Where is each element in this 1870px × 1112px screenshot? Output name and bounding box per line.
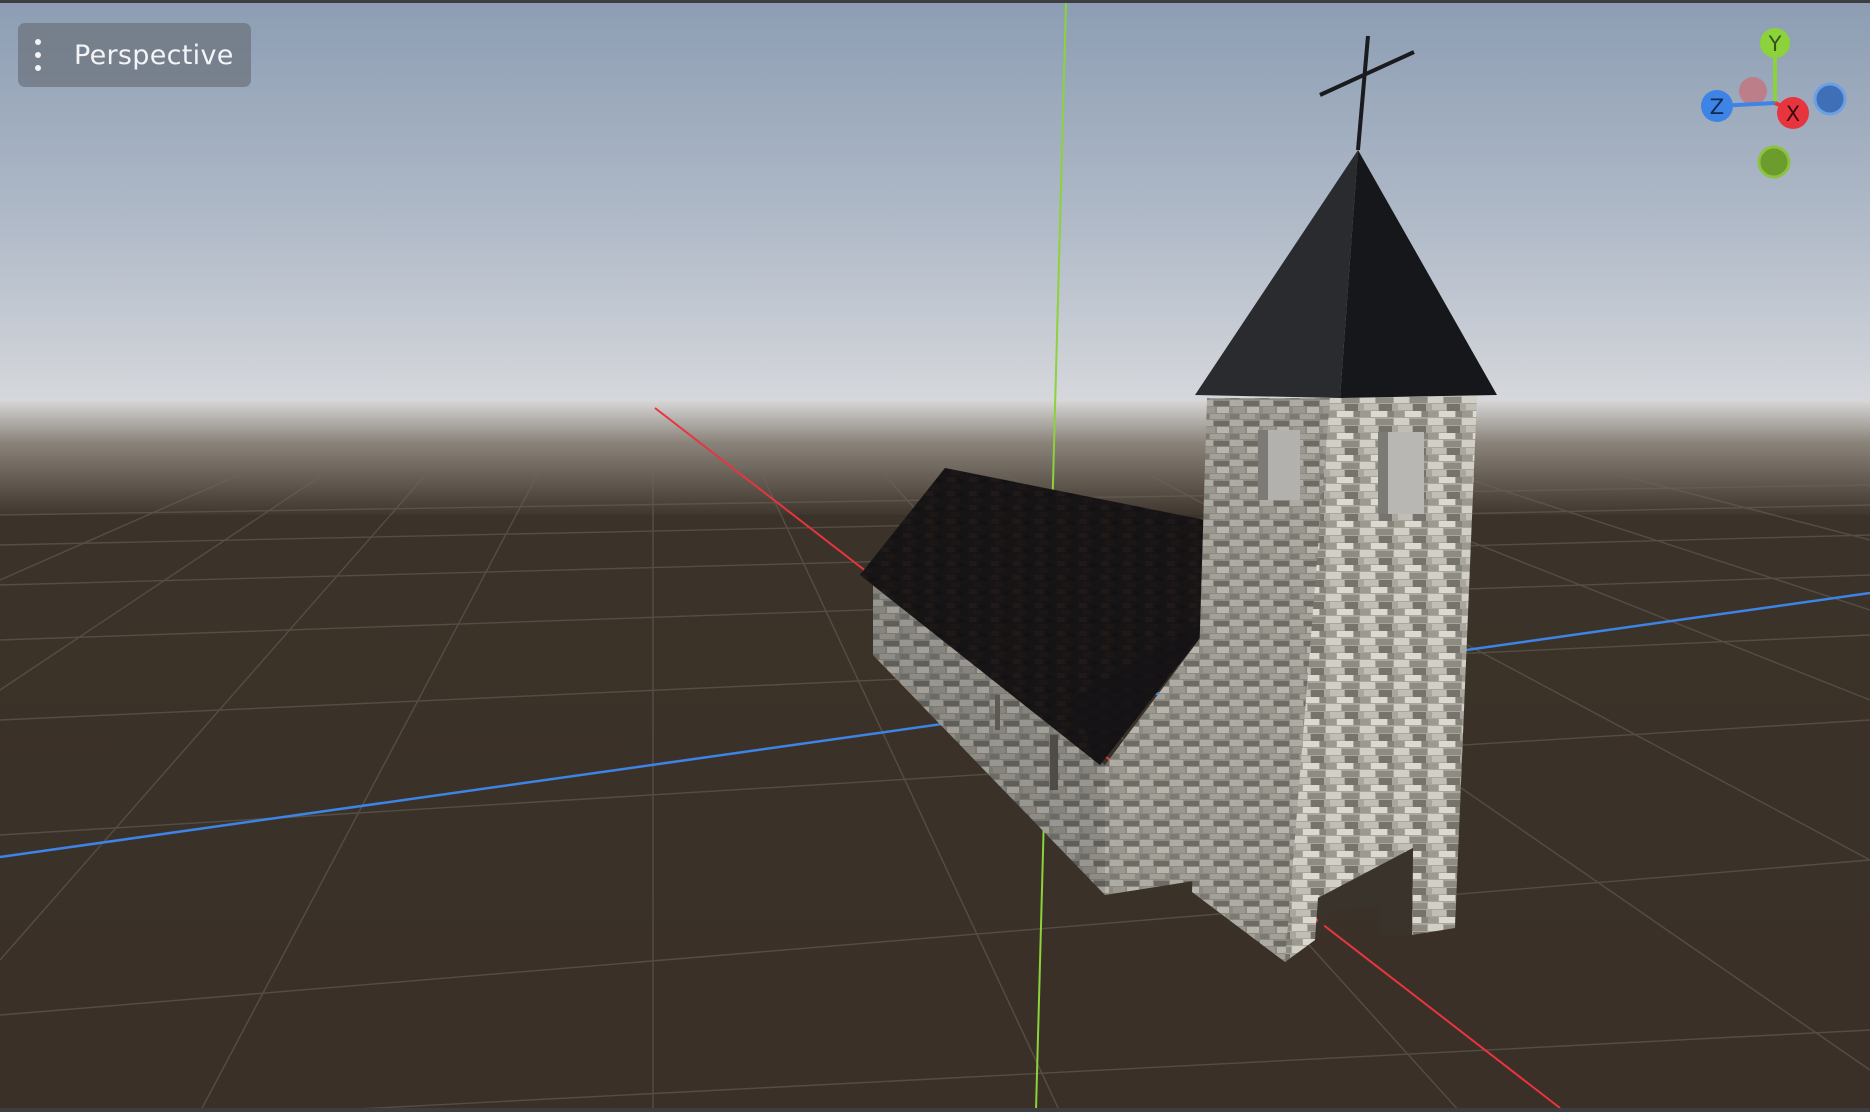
nave-window (1050, 735, 1058, 790)
sky (0, 0, 1870, 405)
gizmo-x-label: X (1786, 102, 1800, 126)
gizmo-neg-x-handle[interactable] (1739, 77, 1767, 105)
belfry-opening-shade (1378, 432, 1388, 514)
scene-canvas[interactable] (0, 0, 1870, 1112)
kebab-menu-icon (34, 39, 42, 71)
orientation-gizmo[interactable]: Y Z X (1690, 20, 1860, 190)
gizmo-y-label: Y (1768, 32, 1782, 56)
view-mode-label: Perspective (74, 39, 234, 71)
belfry-opening-shade (1258, 430, 1268, 500)
3d-viewport[interactable]: Perspective Y Z X (0, 0, 1870, 1112)
viewport-bottom-border (0, 1108, 1870, 1112)
viewport-top-border (0, 0, 1870, 3)
gizmo-z-label: Z (1710, 95, 1724, 119)
view-perspective-menu-button[interactable]: Perspective (18, 23, 251, 87)
nave-window (995, 695, 1000, 730)
